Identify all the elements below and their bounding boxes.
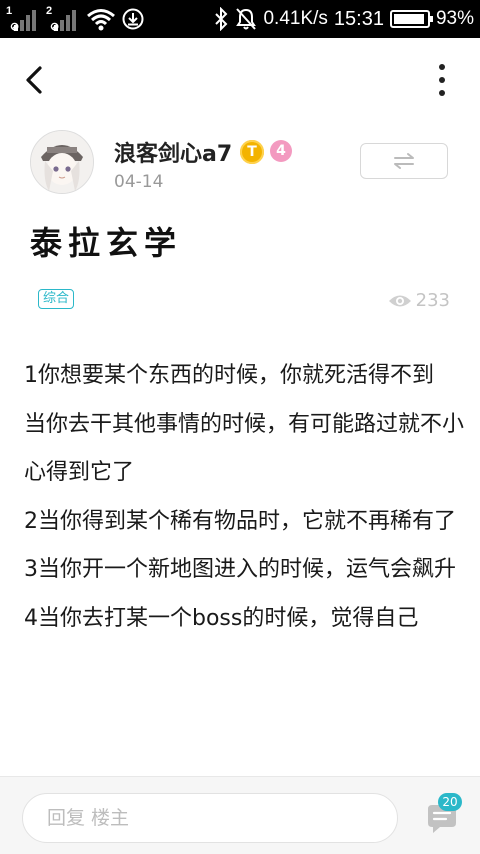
author-name[interactable]: 浪客剑心a7	[114, 136, 232, 168]
download-icon	[122, 8, 144, 30]
signal-sim2-icon: 2 ⊘	[46, 5, 80, 33]
switch-icon	[394, 153, 414, 169]
follow-button[interactable]	[360, 143, 448, 179]
clock: 15:31	[333, 7, 384, 30]
more-button[interactable]	[434, 64, 450, 96]
paragraph: 3当你开一个新地图进入的时候，运气会飙升	[24, 557, 456, 582]
t-badge-icon: T	[240, 140, 264, 164]
more-icon	[439, 64, 445, 70]
paragraph: 1你想要某个东西的时候，你就死活得不到	[24, 363, 434, 388]
mute-icon	[236, 8, 257, 30]
author-avatar[interactable]	[30, 130, 94, 194]
bluetooth-icon	[215, 7, 228, 31]
back-arrow-icon	[26, 66, 42, 94]
eye-icon	[388, 295, 411, 306]
view-count-value: 233	[415, 290, 450, 311]
bottom-bar: 回复 楼主 20	[0, 776, 480, 854]
paragraph: 当你去干其他事情的时候，有可能路过就不小心得到它了	[24, 411, 464, 486]
status-bar: 1 ⊘ 2 ⊘ 0.41K/s 15:31 93%	[0, 0, 480, 38]
reply-input[interactable]: 回复 楼主	[22, 793, 398, 843]
level-badge: 4	[270, 140, 292, 162]
post-content: 1你想要某个东西的时候，你就死活得不到 当你去干其他事情的时候，有可能路过就不小…	[24, 352, 464, 782]
paragraph: 2当你得到某个稀有物品时，它就不再稀有了	[24, 508, 456, 534]
wifi-icon	[87, 9, 115, 31]
category-tag[interactable]: 综合	[38, 289, 75, 309]
paragraph: 4当你去打某一个boss的时候，觉得自己	[24, 605, 419, 631]
post-date: 04-14	[114, 172, 164, 192]
post-title: 泰拉玄学	[30, 224, 183, 262]
battery-percent: 93%	[435, 8, 474, 29]
network-speed: 0.41K/s	[263, 8, 328, 29]
signal-sim1-icon: 1 ⊘	[6, 5, 40, 33]
back-button[interactable]	[20, 62, 48, 98]
battery-icon	[389, 10, 433, 28]
view-count: 233	[388, 290, 450, 311]
comment-count-badge: 20	[438, 793, 462, 811]
